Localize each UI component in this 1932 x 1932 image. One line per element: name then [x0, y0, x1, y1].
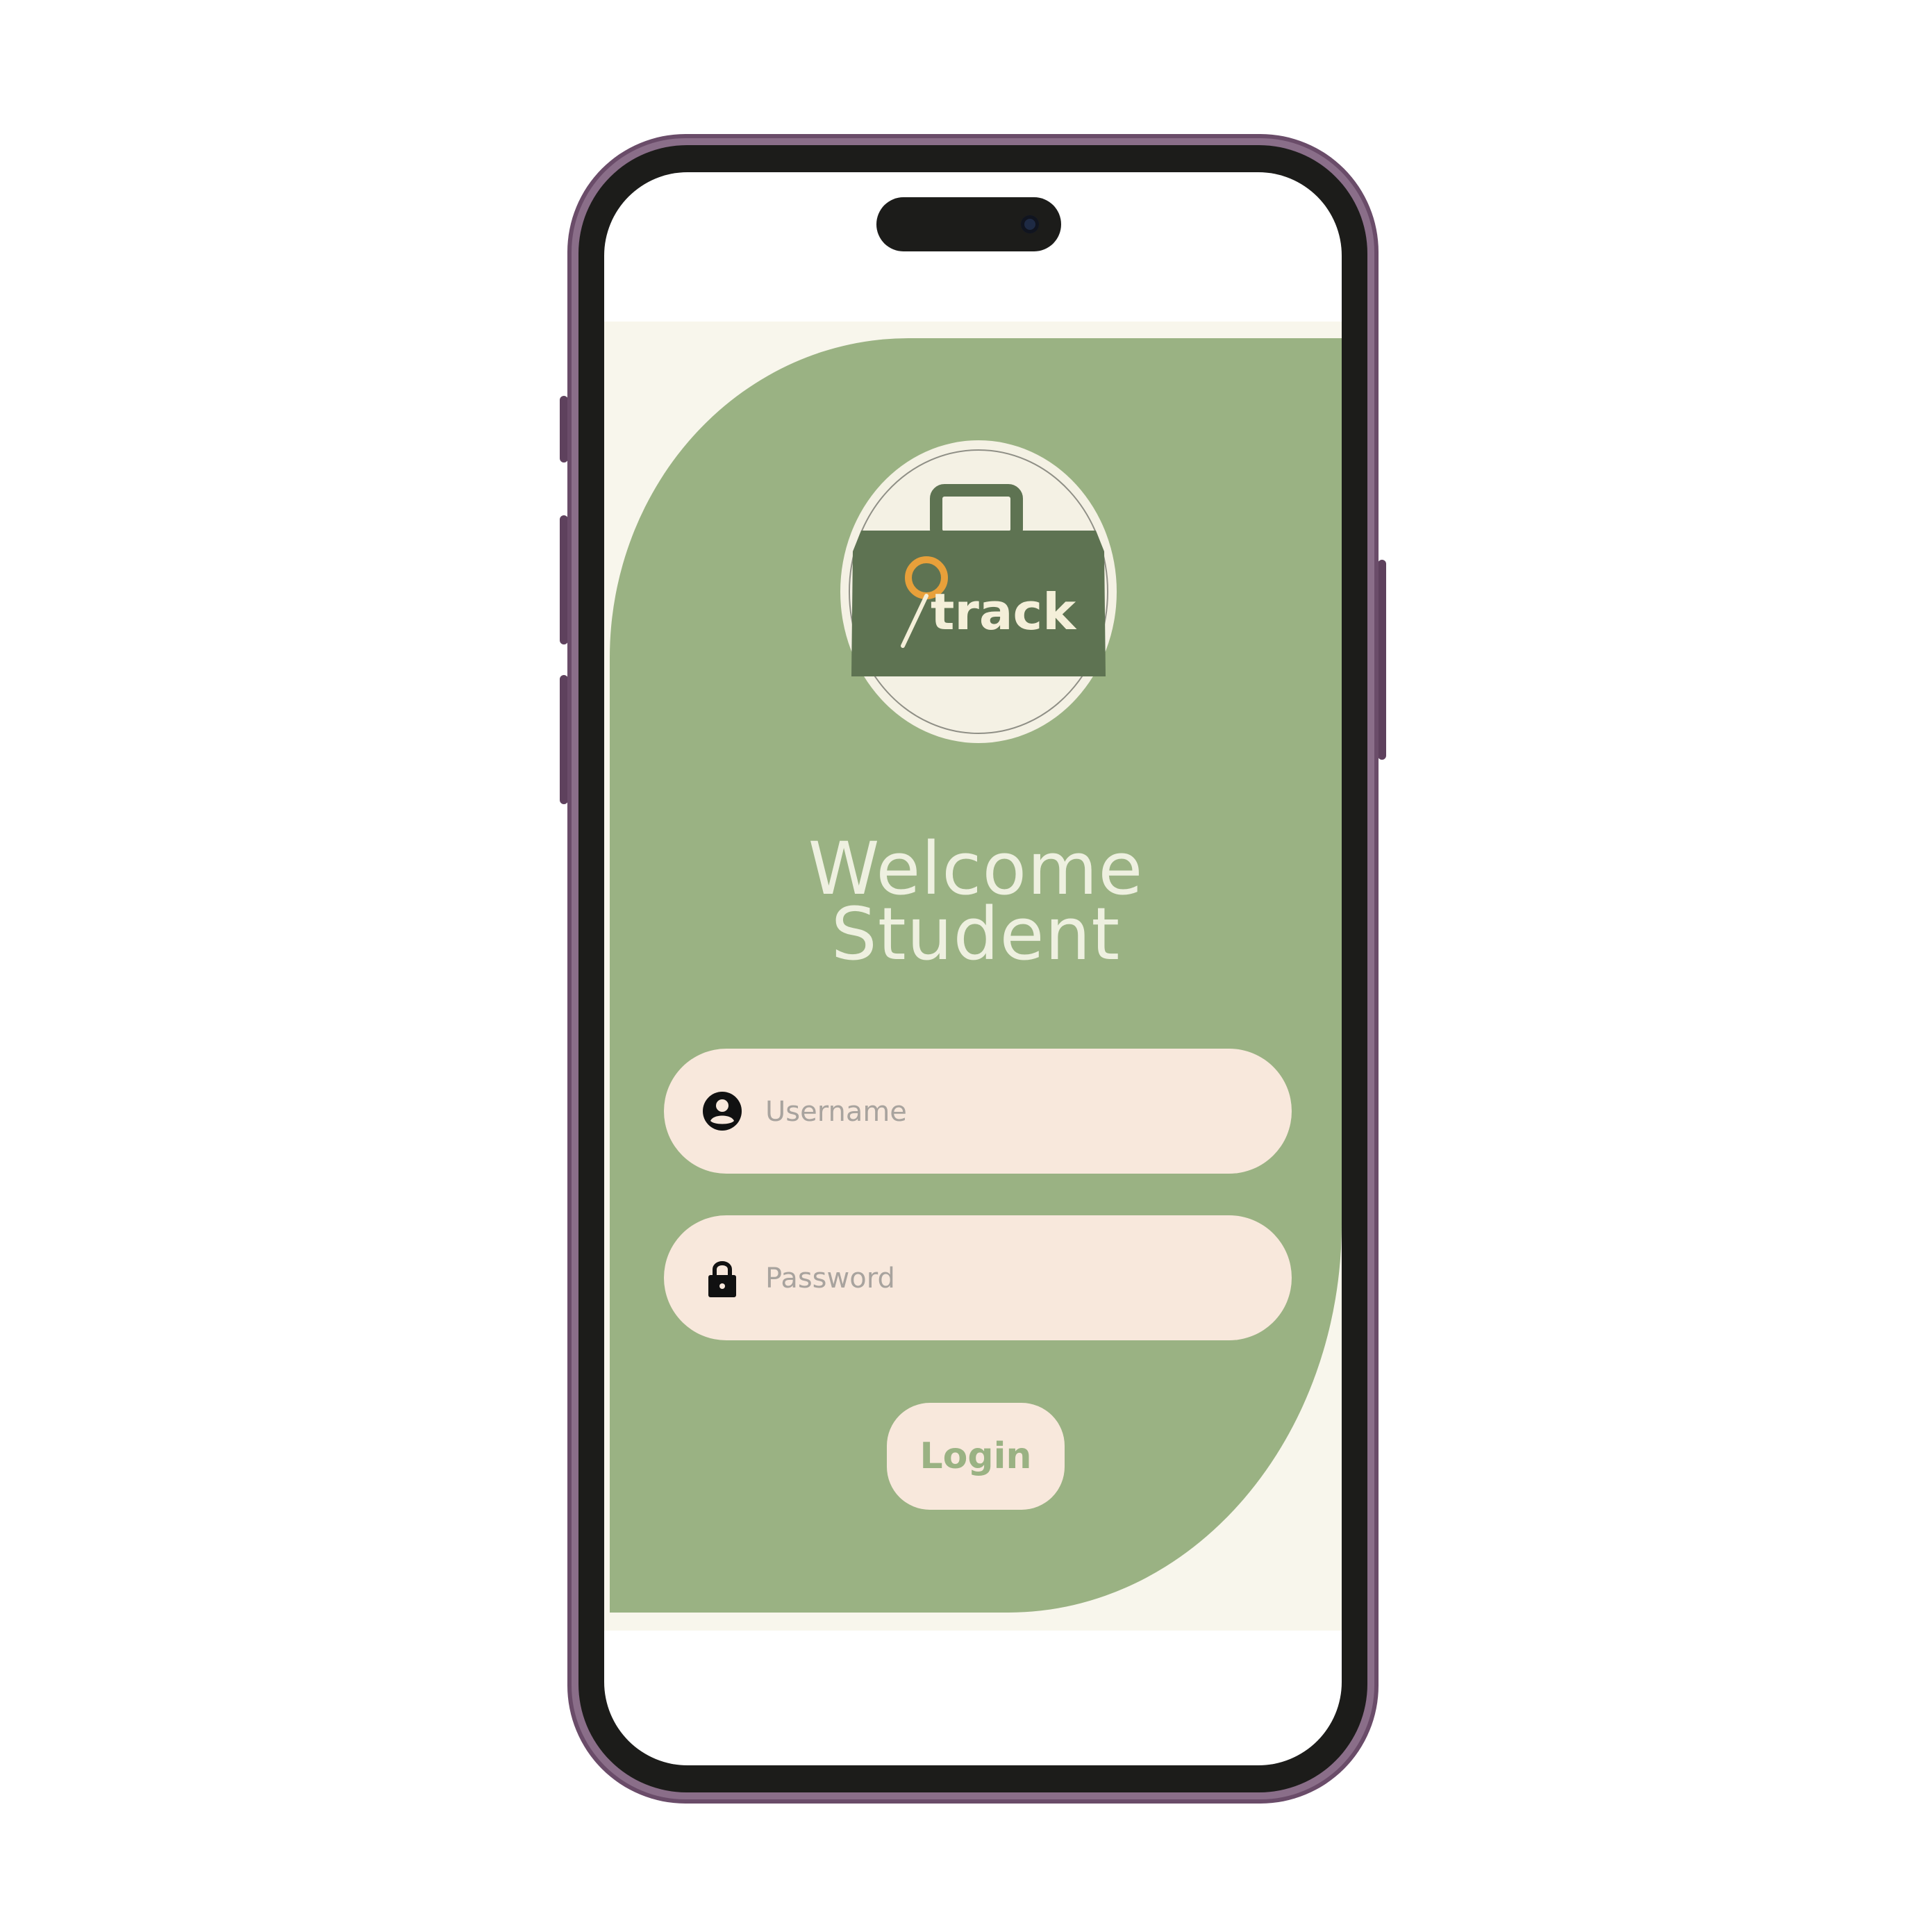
- password-field[interactable]: [664, 1215, 1292, 1340]
- username-field[interactable]: [664, 1049, 1292, 1174]
- username-input[interactable]: [764, 1080, 1253, 1144]
- bag-handle-icon: [930, 484, 1023, 544]
- itrack-logo: track: [849, 449, 1108, 734]
- logo-text: track: [931, 583, 1077, 641]
- login-button[interactable]: Login: [887, 1403, 1065, 1510]
- lock-icon: [708, 1261, 736, 1297]
- front-camera-icon: [1021, 215, 1039, 233]
- phone-power-button: [1378, 560, 1386, 760]
- password-input[interactable]: [764, 1247, 1253, 1310]
- mockup-canvas: track Welcome Student Login: [0, 0, 1932, 1932]
- user-circle-icon: [703, 1092, 742, 1131]
- welcome-heading: Welcome Student: [694, 833, 1257, 976]
- welcome-line-2: Student: [831, 892, 1121, 976]
